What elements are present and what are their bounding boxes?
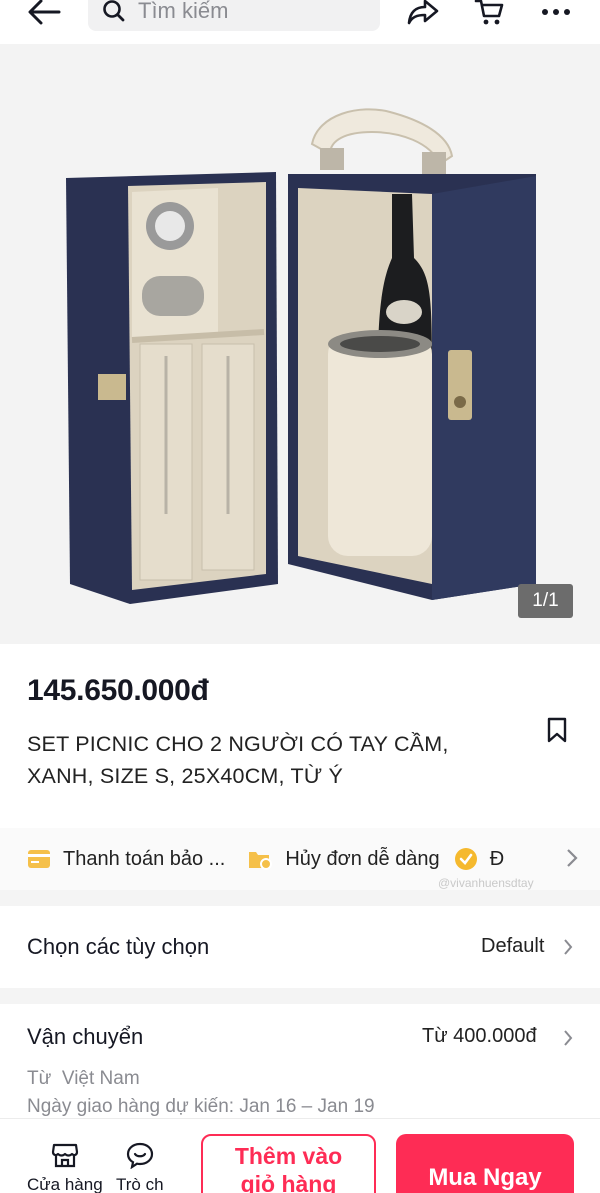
verified-icon [454, 847, 478, 871]
share-icon [407, 0, 439, 25]
benefit-easy-cancel[interactable]: Hủy đơn dễ dàng [247, 847, 440, 871]
options-value: Default [481, 935, 545, 957]
bookmark-icon [547, 717, 567, 743]
cart-icon [474, 0, 504, 25]
add-to-cart-line1: Thêm vào [234, 1143, 343, 1169]
shipping-eta: Ngày giao hàng dự kiến: Jan 16 – Jan 19 [27, 1096, 375, 1117]
shipping-origin: Từ Việt Nam [27, 1068, 140, 1089]
product-title: SET PICNIC CHO 2 NGƯỜI CÓ TAY CẦM, XANH,… [27, 732, 449, 788]
store-icon [51, 1143, 78, 1168]
benefit-verified[interactable]: Đ [454, 847, 504, 871]
buy-now-label: Mua Ngay [428, 1163, 542, 1191]
add-to-cart-button[interactable]: Thêm vào giỏ hàng [201, 1134, 376, 1193]
shipping-fee: Từ 400.000đ [422, 1025, 537, 1047]
more-icon [542, 9, 570, 15]
cancel-order-icon [247, 848, 273, 870]
chevron-right-icon [564, 1030, 573, 1046]
product-price: 145.650.000đ [27, 674, 209, 707]
benefit-secure-payment[interactable]: Thanh toán bảo ... [27, 848, 225, 871]
product-image [66, 108, 536, 604]
buy-now-button[interactable]: Mua Ngay [396, 1134, 574, 1193]
top-bar: Tìm kiếm [0, 0, 600, 44]
chevron-right-icon[interactable] [566, 848, 578, 868]
chevron-right-icon [564, 939, 573, 955]
add-to-cart-line2: giỏ hàng [240, 1171, 337, 1193]
product-image-gallery[interactable]: 1/1 [0, 44, 600, 644]
shop-button[interactable]: Cửa hàng [27, 1141, 103, 1193]
chat-label: Trò ch [116, 1175, 164, 1193]
back-button[interactable] [22, 0, 66, 32]
save-product-button[interactable] [542, 714, 572, 746]
shipping-label: Vận chuyển [27, 1024, 144, 1049]
chat-button[interactable]: Trò ch [116, 1141, 164, 1193]
divider [0, 988, 600, 1004]
benefit-label: Hủy đơn dễ dàng [285, 847, 440, 870]
benefit-label: Đ [489, 847, 505, 870]
more-button[interactable] [534, 0, 578, 32]
card-icon [27, 849, 51, 869]
back-arrow-icon [28, 0, 61, 25]
watermark: @vivanhuensdtay [438, 876, 534, 890]
benefit-label: Thanh toán bảo ... [63, 847, 226, 870]
divider [0, 890, 600, 906]
search-placeholder: Tìm kiếm [138, 0, 229, 23]
search-icon [103, 0, 125, 21]
share-button[interactable] [401, 0, 445, 32]
search-input[interactable]: Tìm kiếm [88, 0, 380, 31]
cart-button[interactable] [467, 0, 511, 32]
options-label: Chọn các tùy chọn [27, 934, 210, 959]
chat-icon [126, 1142, 153, 1169]
bottom-action-bar: Cửa hàng Trò ch Thêm vào giỏ hàng Mua Ng… [0, 1118, 600, 1193]
shop-label: Cửa hàng [27, 1175, 103, 1193]
image-counter: 1/1 [518, 584, 573, 618]
